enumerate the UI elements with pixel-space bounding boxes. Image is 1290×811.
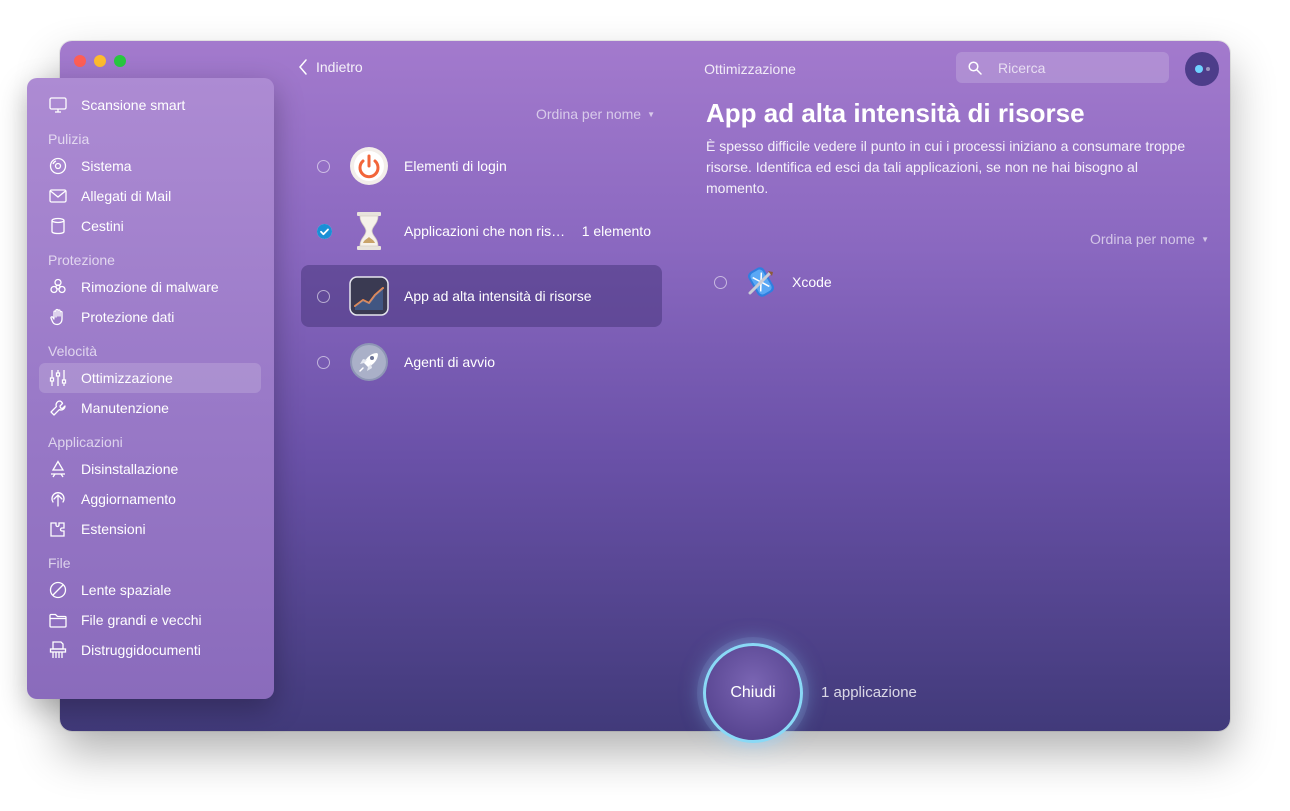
list-item-launch-agents[interactable]: Agenti di avvio (301, 331, 662, 393)
apps-icon (47, 458, 69, 480)
sidebar-item-ottimizzazione[interactable]: Ottimizzazione (39, 363, 261, 393)
sidebar-item-sistema[interactable]: Sistema (39, 151, 261, 181)
sidebar-item-distruggidocumenti[interactable]: Distruggidocumenti (39, 635, 261, 665)
sidebar: Scansione smart Pulizia Sistema Allegati… (27, 78, 274, 699)
section-title-file: File (48, 555, 71, 571)
rocket-icon (349, 342, 389, 382)
folder-icon (47, 609, 69, 631)
sidebar-item-protezione-dati[interactable]: Protezione dati (39, 302, 261, 332)
sidebar-item-estensioni[interactable]: Estensioni (39, 514, 261, 544)
sidebar-item-aggiornamento[interactable]: Aggiornamento (39, 484, 261, 514)
detail-title: App ad alta intensità di risorse (706, 98, 1085, 128)
sidebar-item-smart-scan[interactable]: Scansione smart (39, 90, 261, 120)
page-title: Ottimizzazione (704, 61, 796, 77)
sidebar-item-rimozione-malware[interactable]: Rimozione di malware (39, 272, 261, 302)
sidebar-item-allegati-mail[interactable]: Allegati di Mail (39, 181, 261, 211)
search-icon (968, 60, 982, 75)
zoom-window-button[interactable] (114, 55, 126, 67)
app-row-xcode[interactable]: Xcode (714, 264, 832, 300)
assistant-indicator-icon (1194, 65, 1203, 73)
item-checkbox[interactable] (317, 355, 330, 369)
section-title-applicazioni: Applicazioni (48, 434, 123, 450)
item-count: 1 elemento (581, 223, 651, 239)
sidebar-item-disinstallazione[interactable]: Disinstallazione (39, 454, 261, 484)
app-checkbox[interactable] (714, 275, 727, 289)
close-window-button[interactable] (74, 55, 86, 67)
checked-checkbox[interactable] (317, 223, 332, 239)
back-button[interactable]: Indietro (298, 58, 363, 76)
section-title-velocita: Velocità (48, 343, 98, 359)
detail-description: È spesso difficile vedere il punto in cu… (706, 138, 1186, 196)
monitor-icon (47, 94, 69, 116)
extension-icon (47, 518, 69, 540)
item-checkbox[interactable] (317, 289, 330, 303)
hand-icon (47, 306, 69, 328)
disk-icon (47, 155, 69, 177)
minimize-window-button[interactable] (94, 55, 106, 67)
power-icon (349, 146, 389, 186)
search-input[interactable] (996, 58, 1150, 77)
sidebar-item-manutenzione[interactable]: Manutenzione (39, 393, 261, 423)
back-label: Indietro (316, 59, 363, 75)
wrench-icon (47, 397, 69, 419)
section-title-pulizia: Pulizia (48, 131, 90, 147)
selection-count: 1 applicazione (821, 684, 917, 701)
checkmark-icon (317, 223, 332, 239)
list-item-resource-intensive[interactable]: App ad alta intensità di risorse (301, 265, 662, 327)
update-arrow-icon (47, 488, 69, 510)
list-sort-dropdown[interactable]: Ordina per nome ▼ (536, 106, 655, 122)
lens-icon (47, 579, 69, 601)
caret-down-icon: ▼ (1201, 234, 1209, 244)
xcode-icon (744, 265, 778, 299)
shredder-icon (47, 639, 69, 661)
chiudi-button[interactable]: Chiudi (703, 643, 803, 743)
section-title-protezione: Protezione (48, 252, 115, 268)
chevron-left-icon (299, 59, 307, 75)
sidebar-item-cestini[interactable]: Cestini (39, 211, 261, 241)
trash-icon (47, 215, 69, 237)
sidebar-item-file-grandi[interactable]: File grandi e vecchi (39, 605, 261, 635)
assistant-button[interactable] (1185, 52, 1219, 86)
envelope-icon (47, 185, 69, 207)
list-item-non-responsive[interactable]: Applicazioni che non ris… 1 elemento (301, 200, 662, 262)
item-checkbox[interactable] (317, 159, 330, 173)
caret-down-icon: ▼ (647, 109, 655, 119)
sidebar-item-lente-spaziale[interactable]: Lente spaziale (39, 575, 261, 605)
search-box[interactable] (956, 52, 1169, 83)
sliders-icon (47, 367, 69, 389)
hourglass-icon (349, 211, 389, 251)
detail-sort-dropdown[interactable]: Ordina per nome ▼ (1090, 231, 1209, 247)
list-item-login[interactable]: Elementi di login (301, 135, 662, 197)
chart-line-icon (349, 276, 389, 316)
biohazard-icon (47, 276, 69, 298)
